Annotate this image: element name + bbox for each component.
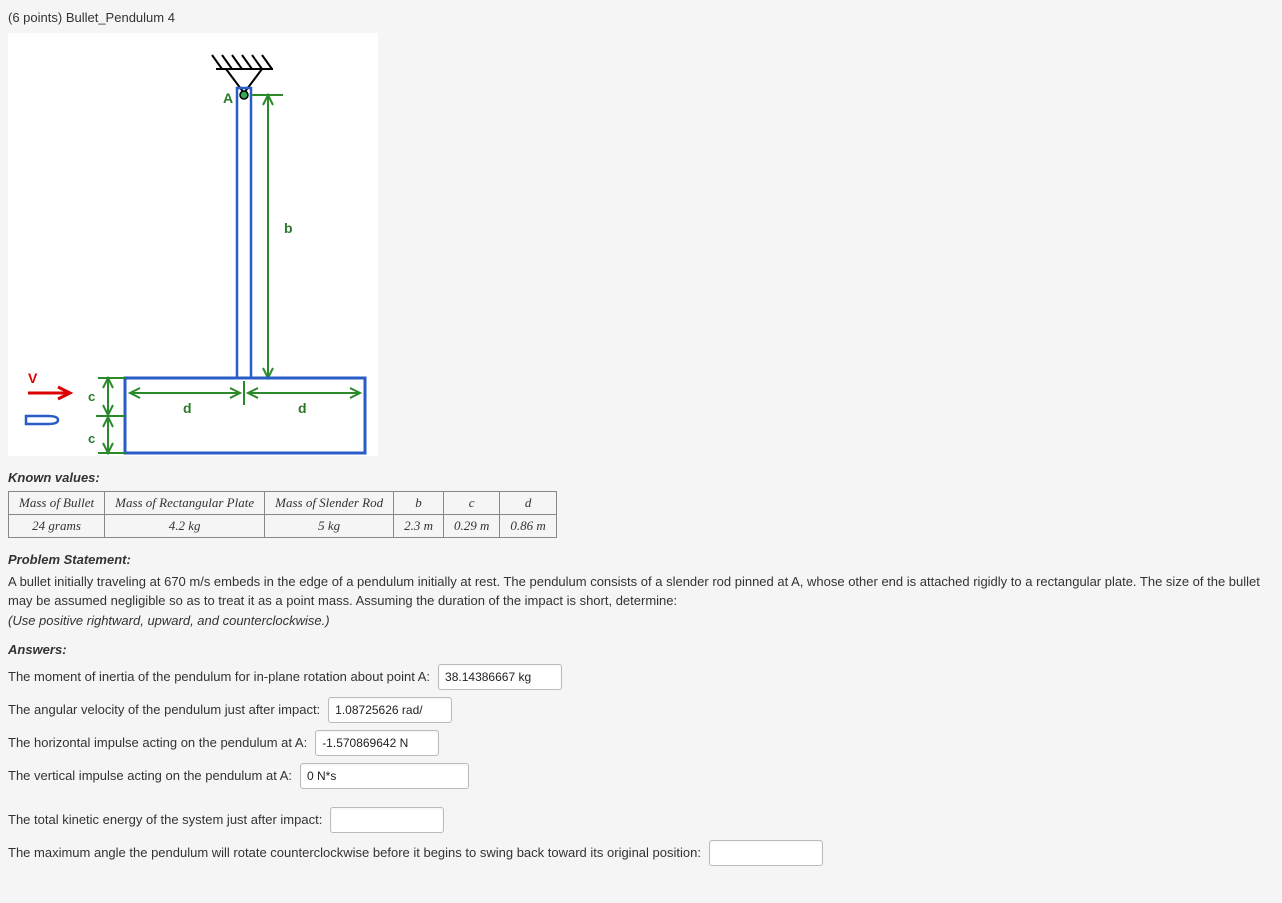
answer-text: The total kinetic energy of the system j… [8, 812, 322, 827]
label-c-top: c [88, 389, 95, 404]
known-values-table: Mass of Bullet Mass of Rectangular Plate… [8, 491, 557, 538]
table-row: 24 grams 4.2 kg 5 kg 2.3 m 0.29 m 0.86 m [9, 515, 557, 538]
cell: 24 grams [9, 515, 105, 538]
answer-line: The vertical impulse acting on the pendu… [8, 763, 1274, 789]
points-prefix: (6 points) [8, 10, 66, 25]
cell: 0.29 m [443, 515, 499, 538]
cell: 2.3 m [394, 515, 444, 538]
cell: 5 kg [265, 515, 394, 538]
answer-line: The angular velocity of the pendulum jus… [8, 697, 1274, 723]
answer-line: The moment of inertia of the pendulum fo… [8, 664, 1274, 690]
answer-text: The maximum angle the pendulum will rota… [8, 845, 701, 860]
col-header: Mass of Rectangular Plate [105, 492, 265, 515]
label-d-right: d [298, 400, 307, 416]
label-d-left: d [183, 400, 192, 416]
answer-input-max-angle[interactable] [709, 840, 823, 866]
known-values-label: Known values: [8, 470, 1274, 485]
table-header-row: Mass of Bullet Mass of Rectangular Plate… [9, 492, 557, 515]
answer-input-moment-inertia[interactable] [438, 664, 562, 690]
col-header: d [500, 492, 556, 515]
answer-text: The vertical impulse acting on the pendu… [8, 768, 292, 783]
answer-text: The angular velocity of the pendulum jus… [8, 702, 320, 717]
col-header: Mass of Bullet [9, 492, 105, 515]
answer-line: The horizontal impulse acting on the pen… [8, 730, 1274, 756]
label-b: b [284, 220, 293, 236]
title-text: Bullet_Pendulum 4 [66, 10, 175, 25]
label-A: A [223, 90, 233, 106]
answer-text: The moment of inertia of the pendulum fo… [8, 669, 430, 684]
answer-text: The horizontal impulse acting on the pen… [8, 735, 307, 750]
col-header: c [443, 492, 499, 515]
answer-line: The maximum angle the pendulum will rota… [8, 840, 1274, 866]
answer-input-angular-velocity[interactable] [328, 697, 452, 723]
answer-input-horizontal-impulse[interactable] [315, 730, 439, 756]
cell: 4.2 kg [105, 515, 265, 538]
cell: 0.86 m [500, 515, 556, 538]
col-header: b [394, 492, 444, 515]
label-V: V [28, 370, 38, 386]
answer-input-vertical-impulse[interactable] [300, 763, 469, 789]
answer-line: The total kinetic energy of the system j… [8, 807, 1274, 833]
problem-statement-label: Problem Statement: [8, 552, 1274, 567]
problem-statement-text: A bullet initially traveling at 670 m/s … [8, 573, 1274, 611]
answers-label: Answers: [8, 642, 1274, 657]
problem-statement-note: (Use positive rightward, upward, and cou… [8, 613, 1274, 628]
col-header: Mass of Slender Rod [265, 492, 394, 515]
diagram: A b [8, 33, 378, 456]
problem-title: (6 points) Bullet_Pendulum 4 [8, 10, 1274, 25]
label-c-bot: c [88, 431, 95, 446]
answer-input-kinetic-energy[interactable] [330, 807, 444, 833]
